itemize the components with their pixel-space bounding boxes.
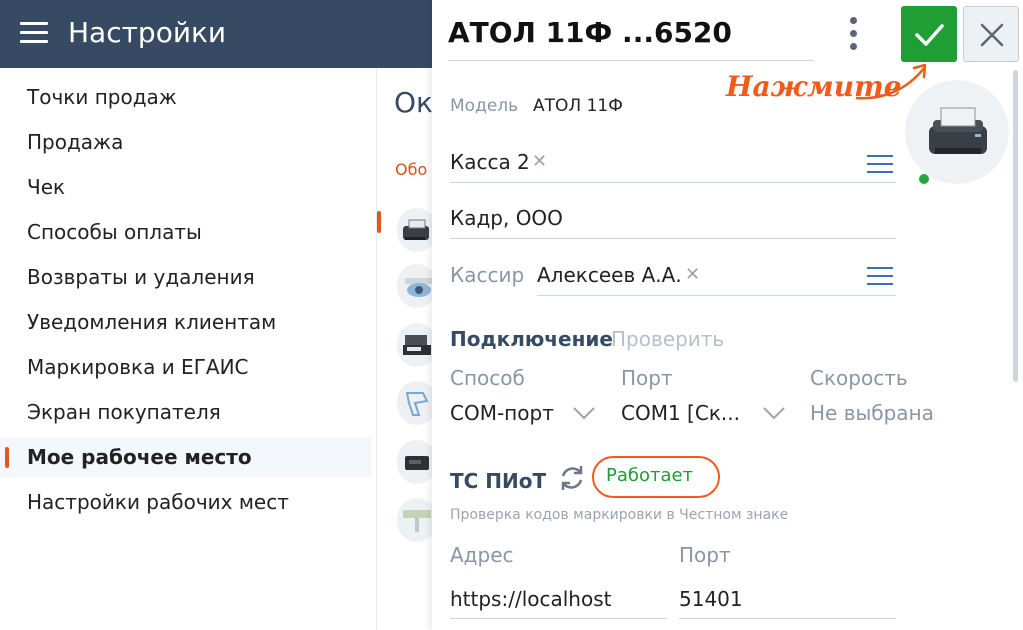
device-title: АТОЛ 11Ф ...6520 [448, 16, 732, 49]
chevron-down-icon[interactable] [572, 406, 596, 420]
sidebar-item-payment-methods[interactable]: Способы оплаты [0, 212, 372, 252]
list-icon[interactable] [867, 154, 893, 174]
device-image [905, 80, 1009, 184]
clear-icon[interactable]: ✕ [685, 264, 700, 285]
cash-drawer-icon[interactable] [397, 440, 432, 484]
model-label: Модель [450, 96, 519, 116]
status-badge: Работает [606, 465, 694, 486]
app-header: Настройки [0, 0, 432, 68]
ts-piot-title: ТС ПИоТ [450, 469, 547, 493]
checkmark-icon [915, 24, 944, 46]
sidebar-item-workplace-settings[interactable]: Настройки рабочих мест [0, 482, 372, 522]
method-select[interactable]: COM-порт [450, 401, 554, 425]
cashier-underline [537, 295, 896, 296]
address-underline [450, 618, 667, 619]
selection-marker [377, 211, 381, 233]
piot-port-label: Порт [679, 543, 731, 567]
terminal-icon[interactable] [397, 323, 432, 367]
more-options-icon[interactable] [846, 16, 862, 52]
cashier-label: Кассир [450, 263, 525, 287]
sidebar-item-my-workplace[interactable]: Мое рабочее место [0, 437, 372, 477]
background-link[interactable]: Обо [395, 160, 427, 179]
piot-port-underline [679, 618, 896, 619]
ts-piot-hint: Проверка кодов маркировки в Честном знак… [450, 507, 789, 523]
list-icon[interactable] [867, 266, 893, 286]
sidebar-item-marking[interactable]: Маркировка и ЕГАИС [0, 347, 372, 387]
speed-label: Скорость [810, 366, 908, 390]
piot-port-input[interactable]: 51401 [679, 587, 743, 611]
background-content: Окн Обо [376, 68, 432, 630]
sidebar-item-returns[interactable]: Возвраты и удаления [0, 257, 372, 297]
scrollbar[interactable] [1013, 70, 1018, 382]
sidebar-item-customer-screen[interactable]: Экран покупателя [0, 392, 372, 432]
sidebar-item-sale[interactable]: Продажа [0, 122, 372, 162]
display-icon[interactable] [397, 498, 432, 542]
check-connection-link[interactable]: Проверить [611, 327, 724, 351]
cash-register-underline [450, 182, 896, 183]
cashier-value[interactable]: Алексеев А.А. [537, 263, 682, 287]
sidebar-item-sales-points[interactable]: Точки продаж [0, 77, 372, 117]
title-underline [448, 60, 814, 61]
model-value: АТОЛ 11Ф [533, 96, 623, 116]
background-title: Окн [394, 86, 432, 119]
close-icon [980, 23, 1004, 47]
organization-value[interactable]: Кадр, ООО [450, 206, 563, 230]
sidebar: Точки продаж Продажа Чек Способы оплаты … [0, 68, 376, 630]
scanner-icon[interactable] [397, 381, 432, 425]
chevron-down-icon[interactable] [762, 406, 786, 420]
camera-icon[interactable] [397, 264, 432, 308]
save-button[interactable] [901, 6, 957, 62]
speed-select[interactable]: Не выбрана [810, 401, 934, 425]
page-title: Настройки [68, 16, 227, 49]
sidebar-item-receipt[interactable]: Чек [0, 167, 372, 207]
address-label: Адрес [450, 543, 514, 567]
refresh-icon[interactable] [556, 462, 588, 494]
cash-register-value[interactable]: Касса 2 [450, 150, 530, 174]
connection-title: Подключение [450, 327, 613, 351]
organization-underline [450, 238, 896, 239]
method-label: Способ [450, 366, 525, 390]
clear-icon[interactable]: ✕ [532, 151, 547, 172]
port-label: Порт [621, 366, 673, 390]
port-select[interactable]: COM1 [Ск... [621, 401, 740, 425]
close-button[interactable] [963, 6, 1019, 62]
panel-header: АТОЛ 11Ф ...6520 [432, 0, 1023, 68]
address-input[interactable]: https://localhost [450, 587, 611, 611]
printer-icon[interactable] [397, 208, 432, 252]
online-status-dot [919, 174, 929, 184]
menu-icon[interactable] [20, 22, 48, 44]
device-settings-panel: АТОЛ 11Ф ...6520 Нажмите Модель АТОЛ 11Ф… [432, 0, 1023, 630]
sidebar-item-notifications[interactable]: Уведомления клиентам [0, 302, 372, 342]
